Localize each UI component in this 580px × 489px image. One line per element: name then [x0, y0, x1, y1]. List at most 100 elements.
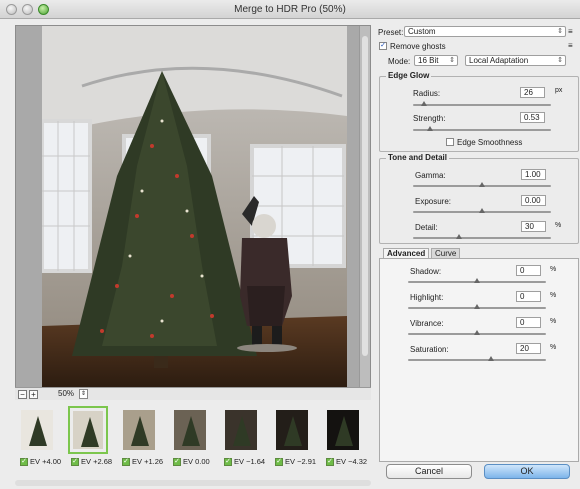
tone-detail-group: Tone and Detail Gamma: 1.00 Exposure: 0.…: [379, 153, 579, 244]
thumbnail-image: [123, 410, 155, 450]
slider-knob[interactable]: [421, 101, 428, 106]
chevron-updown-icon: ⇕: [449, 57, 455, 64]
chevron-updown-icon: ⇕: [557, 28, 563, 35]
edge-smoothness-checkbox[interactable]: [446, 138, 454, 146]
preview-vertical-scrollbar[interactable]: [359, 26, 370, 388]
zoom-stepper[interactable]: ⇕: [79, 389, 88, 399]
shadow-unit: %: [550, 266, 557, 273]
method-select[interactable]: Local Adaptation ⇕: [465, 55, 566, 66]
hdr-preview-image[interactable]: [42, 26, 347, 388]
tab-advanced[interactable]: Advanced: [383, 248, 430, 258]
exposure-checkbox[interactable]: ✓: [20, 458, 28, 466]
ev-label: EV −4.32: [336, 457, 368, 466]
gamma-input[interactable]: 1.00: [521, 169, 546, 180]
thumbnail-image: [174, 410, 206, 450]
saturation-unit: %: [550, 344, 557, 351]
panel-menu-icon[interactable]: ≡: [568, 41, 573, 50]
chevron-updown-icon: ⇕: [557, 57, 563, 64]
exposure-checkbox[interactable]: ✓: [173, 458, 181, 466]
radius-unit: px: [555, 87, 563, 94]
saturation-slider[interactable]: [408, 356, 546, 361]
bit-depth-value: 16 Bit: [418, 56, 439, 65]
window-titlebar: Merge to HDR Pro (50%): [0, 0, 580, 19]
highlight-input[interactable]: 0: [516, 291, 541, 302]
mode-label: Mode:: [388, 57, 411, 66]
remove-ghosts-label: Remove ghosts: [390, 42, 446, 51]
exposure-thumbnail[interactable]: ✓ EV 0.00: [168, 402, 214, 472]
exposure-input[interactable]: 0.00: [521, 195, 546, 206]
radius-slider[interactable]: [413, 101, 551, 106]
thumbnail-frame[interactable]: [17, 406, 57, 454]
exposure-filmstrip: ✓ EV +4.00 ✓ EV +2.68 ✓ EV +1.26 ✓ EV 0.00 ✓ EV −…: [15, 402, 371, 480]
thumbnail-frame[interactable]: [323, 406, 363, 454]
thumbnail-frame[interactable]: [119, 406, 159, 454]
highlight-slider[interactable]: [408, 304, 546, 309]
zoom-level[interactable]: 50%: [58, 389, 74, 398]
exposure-checkbox[interactable]: ✓: [326, 458, 334, 466]
preset-select[interactable]: Custom ⇕: [404, 26, 566, 37]
preset-value: Custom: [408, 27, 436, 36]
ev-label: EV +1.26: [132, 457, 164, 466]
exposure-slider[interactable]: [413, 208, 551, 213]
bit-depth-select[interactable]: 16 Bit ⇕: [414, 55, 458, 66]
thumbnail-frame[interactable]: [68, 406, 108, 454]
exposure-thumbnail[interactable]: ✓ EV +1.26: [117, 402, 163, 472]
zoom-in-button[interactable]: +: [29, 390, 38, 399]
vibrance-input[interactable]: 0: [516, 317, 541, 328]
slider-knob[interactable]: [474, 278, 480, 283]
slider-knob[interactable]: [479, 182, 485, 187]
detail-unit: %: [555, 222, 562, 229]
zoom-out-button[interactable]: −: [18, 390, 27, 399]
strength-slider[interactable]: [413, 126, 551, 131]
exposure-thumbnail[interactable]: ✓ EV −4.32: [321, 402, 367, 472]
exposure-thumbnail[interactable]: ✓ EV +2.68: [66, 402, 112, 472]
ev-label: EV +4.00: [30, 457, 62, 466]
preset-menu-icon[interactable]: ≡: [568, 27, 573, 36]
remove-ghosts-checkbox[interactable]: ✓: [379, 42, 387, 50]
exposure-checkbox[interactable]: ✓: [71, 458, 79, 466]
thumbnail-frame[interactable]: [221, 406, 261, 454]
shadow-input[interactable]: 0: [516, 265, 541, 276]
slider-knob[interactable]: [487, 356, 494, 361]
exposure-checkbox[interactable]: ✓: [224, 458, 232, 466]
vibrance-slider[interactable]: [408, 330, 546, 335]
detail-input[interactable]: 30: [521, 221, 546, 232]
strength-input[interactable]: 0.53: [520, 112, 545, 123]
ev-label: EV −1.64: [234, 457, 266, 466]
exposure-checkbox[interactable]: ✓: [122, 458, 130, 466]
thumbnail-frame[interactable]: [272, 406, 312, 454]
highlight-unit: %: [550, 292, 557, 299]
detail-slider[interactable]: [413, 234, 551, 239]
cancel-button[interactable]: Cancel: [386, 464, 472, 479]
tab-curve[interactable]: Curve: [431, 248, 461, 258]
slider-knob[interactable]: [455, 234, 462, 239]
thumbnail-image: [225, 410, 257, 450]
saturation-input[interactable]: 20: [516, 343, 541, 354]
edge-glow-group: Edge Glow Radius: 26 px Strength: 0.53 E…: [379, 71, 579, 152]
exposure-thumbnail[interactable]: ✓ EV +4.00: [15, 402, 61, 472]
thumbnail-image: [21, 410, 53, 450]
vibrance-label: Vibrance:: [410, 319, 444, 328]
method-value: Local Adaptation: [469, 56, 529, 65]
filmstrip-scrollbar[interactable]: [15, 480, 371, 486]
ok-button[interactable]: OK: [484, 464, 570, 479]
slider-knob[interactable]: [479, 208, 485, 213]
vibrance-unit: %: [550, 318, 557, 325]
gamma-slider[interactable]: [413, 182, 551, 187]
thumbnail-image: [327, 410, 359, 450]
exposure-thumbnail[interactable]: ✓ EV −2.91: [270, 402, 316, 472]
slider-knob[interactable]: [474, 304, 480, 309]
detail-label: Detail:: [415, 223, 438, 232]
shadow-slider[interactable]: [408, 278, 546, 283]
advanced-tab-body: Shadow: 0 % Highlight: 0 % Vibrance: 0 %…: [379, 258, 579, 462]
thumbnail-frame[interactable]: [170, 406, 210, 454]
radius-input[interactable]: 26: [520, 87, 545, 98]
tone-detail-title: Tone and Detail: [386, 153, 449, 162]
zoom-bar: − + 50% ⇕: [15, 387, 371, 400]
preset-label: Preset:: [378, 28, 404, 37]
slider-knob[interactable]: [426, 126, 433, 131]
slider-knob[interactable]: [474, 330, 480, 335]
thumbnail-image: [73, 411, 103, 449]
exposure-thumbnail[interactable]: ✓ EV −1.64: [219, 402, 265, 472]
exposure-checkbox[interactable]: ✓: [275, 458, 283, 466]
